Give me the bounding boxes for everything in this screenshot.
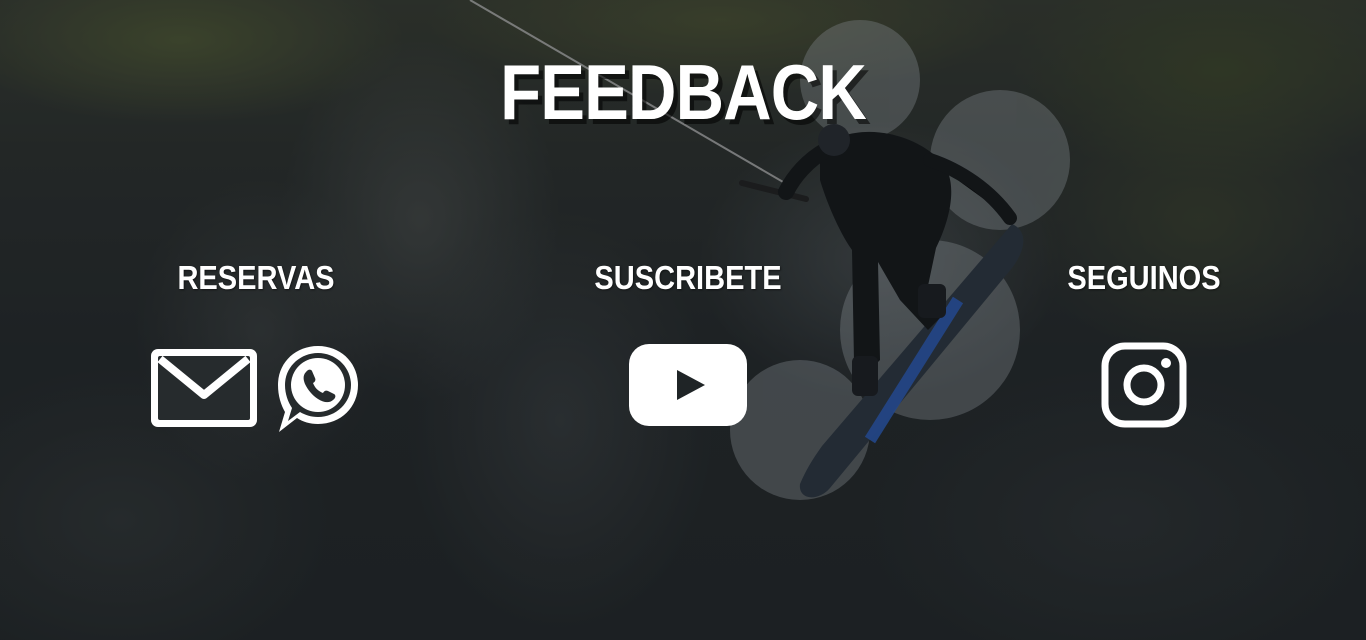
suscribete-heading: SUSCRIBETE: [594, 259, 782, 296]
feedback-page: FEEDBACK RESERVAS SUSCRIBETE SEGUINOS: [0, 0, 1366, 640]
youtube-icon: [629, 344, 747, 426]
whatsapp-icon: [278, 346, 358, 432]
seguinos-heading: SEGUINOS: [1067, 259, 1221, 296]
reservas-icons: [56, 342, 456, 434]
reservas-section: RESERVAS: [56, 256, 456, 432]
reservas-heading: RESERVAS: [177, 259, 335, 296]
whatsapp-link[interactable]: [275, 342, 361, 434]
suscribete-icons: [488, 342, 888, 428]
envelope-icon: [151, 349, 257, 427]
instagram-icon: [1101, 342, 1187, 428]
instagram-link[interactable]: [1101, 342, 1187, 428]
youtube-link[interactable]: [629, 342, 747, 428]
page-title: FEEDBACK: [500, 48, 867, 136]
seguinos-icons: [944, 342, 1344, 428]
seguinos-section: SEGUINOS: [944, 256, 1344, 428]
email-link[interactable]: [151, 349, 257, 427]
suscribete-section: SUSCRIBETE: [488, 256, 888, 426]
